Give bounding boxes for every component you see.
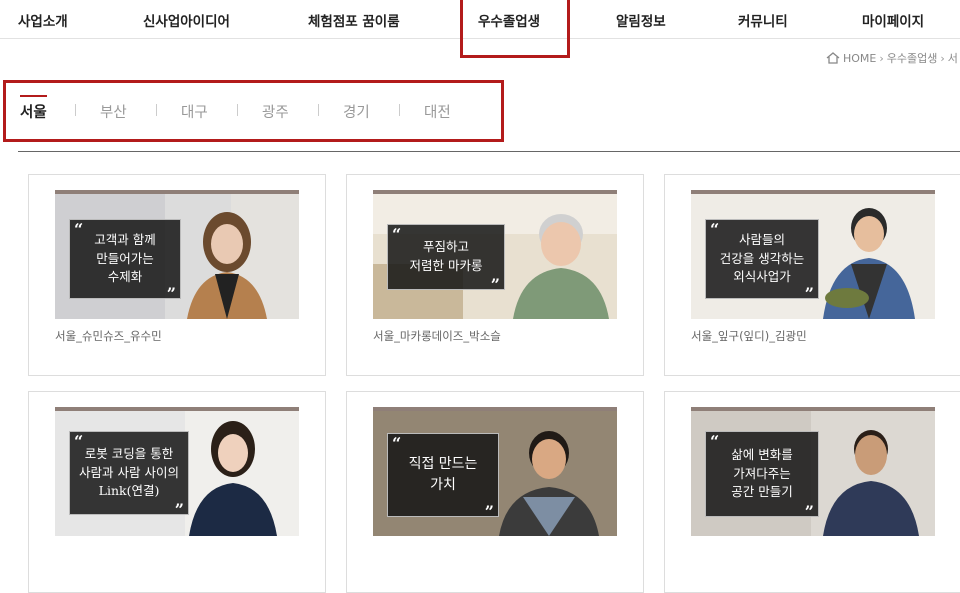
tab-divider bbox=[75, 104, 76, 116]
graduate-card[interactable]: “ 고객과 함께 만들어가는 수제화 ” 서울_슈민슈즈_유수민 bbox=[28, 174, 326, 376]
card-quote: 사람들의 건강을 생각하는 외식사업가 bbox=[719, 231, 805, 285]
tab-daejeon[interactable]: 대전 bbox=[424, 101, 451, 122]
quote-open-icon: “ bbox=[392, 225, 402, 244]
section-divider bbox=[18, 151, 960, 152]
tab-seoul[interactable]: 서울 bbox=[20, 95, 47, 122]
quote-overlay: “ 고객과 함께 만들어가는 수제화 ” bbox=[69, 219, 181, 303]
quote-overlay: “ 로봇 코딩을 통한 사람과 사람 사이의 Link(연결) ” bbox=[69, 431, 189, 519]
quote-open-icon: “ bbox=[74, 432, 84, 451]
tab-divider bbox=[156, 104, 157, 116]
quote-open-icon: “ bbox=[74, 220, 84, 239]
graduate-card[interactable]: “ 사람들의 건강을 생각하는 외식사업가 ” 서울_잎구(잎디)_김광민 bbox=[664, 174, 960, 376]
quote-overlay: “ 사람들의 건강을 생각하는 외식사업가 ” bbox=[705, 219, 819, 303]
quote-close-icon: ” bbox=[484, 502, 494, 521]
tab-divider bbox=[318, 104, 319, 116]
card-caption: 서울_슈민슈즈_유수민 bbox=[55, 329, 162, 343]
tab-gwangju[interactable]: 광주 bbox=[262, 101, 289, 122]
graduate-photo: “ 푸짐하고 저렴한 마카롱 ” bbox=[373, 190, 617, 319]
quote-open-icon: “ bbox=[392, 434, 402, 453]
tab-daegu[interactable]: 대구 bbox=[181, 101, 208, 122]
breadcrumb-trail: 서 bbox=[947, 52, 958, 65]
breadcrumb-current[interactable]: 우수졸업생 bbox=[887, 50, 938, 66]
card-quote: 삶에 변화를 가져다주는 공간 만들기 bbox=[731, 446, 793, 500]
graduate-card[interactable]: “ 푸짐하고 저렴한 마카롱 ” 서울_마카롱데이즈_박소슬 bbox=[346, 174, 644, 376]
graduate-photo: “ 삶에 변화를 가져다주는 공간 만들기 ” bbox=[691, 407, 935, 536]
card-quote: 푸짐하고 저렴한 마카롱 bbox=[409, 239, 483, 273]
quote-close-icon: ” bbox=[174, 500, 184, 519]
graduate-photo: “ 로봇 코딩을 통한 사람과 사람 사이의 Link(연결) ” bbox=[55, 407, 299, 536]
quote-overlay: “ 삶에 변화를 가져다주는 공간 만들기 ” bbox=[705, 431, 819, 521]
nav-item-business-intro[interactable]: 사업소개 bbox=[18, 10, 68, 30]
quote-open-icon: “ bbox=[710, 220, 720, 239]
nav-item-mypage[interactable]: 마이페이지 bbox=[862, 10, 924, 30]
card-caption: 서울_마카롱데이즈_박소슬 bbox=[373, 329, 501, 343]
graduate-card[interactable]: “ 로봇 코딩을 통한 사람과 사람 사이의 Link(연결) ” bbox=[28, 391, 326, 593]
breadcrumb: HOME › 우수졸업생 › 서 bbox=[826, 50, 958, 66]
tab-busan[interactable]: 부산 bbox=[100, 101, 127, 122]
quote-overlay: “ 직접 만드는 가치 ” bbox=[387, 433, 499, 521]
quote-close-icon: ” bbox=[166, 284, 176, 303]
graduate-card[interactable]: “ 직접 만드는 가치 ” bbox=[346, 391, 644, 593]
chevron-right-icon: › bbox=[940, 51, 945, 65]
graduate-photo: “ 사람들의 건강을 생각하는 외식사업가 ” bbox=[691, 190, 935, 319]
graduate-photo: “ 직접 만드는 가치 ” bbox=[373, 407, 617, 536]
quote-open-icon: “ bbox=[710, 432, 720, 451]
nav-item-community[interactable]: 커뮤니티 bbox=[738, 10, 788, 30]
card-caption: 서울_잎구(잎디)_김광민 bbox=[691, 329, 807, 343]
tab-gyeonggi[interactable]: 경기 bbox=[343, 101, 370, 122]
tab-divider bbox=[237, 104, 238, 116]
card-quote: 로봇 코딩을 통한 사람과 사람 사이의 Link(연결) bbox=[79, 445, 179, 499]
quote-close-icon: ” bbox=[804, 502, 814, 521]
nav-item-experience-store[interactable]: 체험점포 꿈이룸 bbox=[308, 10, 400, 30]
quote-close-icon: ” bbox=[804, 284, 814, 303]
nav-item-notices[interactable]: 알림정보 bbox=[616, 10, 666, 30]
home-icon[interactable] bbox=[826, 52, 840, 64]
card-quote: 직접 만드는 가치 bbox=[408, 456, 478, 493]
graduate-card[interactable]: “ 삶에 변화를 가져다주는 공간 만들기 ” bbox=[664, 391, 960, 593]
quote-close-icon: ” bbox=[490, 275, 500, 294]
quote-overlay: “ 푸짐하고 저렴한 마카롱 ” bbox=[387, 224, 505, 294]
active-nav-highlight bbox=[460, 0, 570, 58]
breadcrumb-home[interactable]: HOME bbox=[843, 52, 876, 65]
tab-divider bbox=[399, 104, 400, 116]
chevron-right-icon: › bbox=[879, 51, 884, 65]
graduate-photo: “ 고객과 함께 만들어가는 수제화 ” bbox=[55, 190, 299, 319]
nav-item-new-business-ideas[interactable]: 신사업아이디어 bbox=[143, 10, 230, 30]
card-quote: 고객과 함께 만들어가는 수제화 bbox=[94, 231, 156, 285]
